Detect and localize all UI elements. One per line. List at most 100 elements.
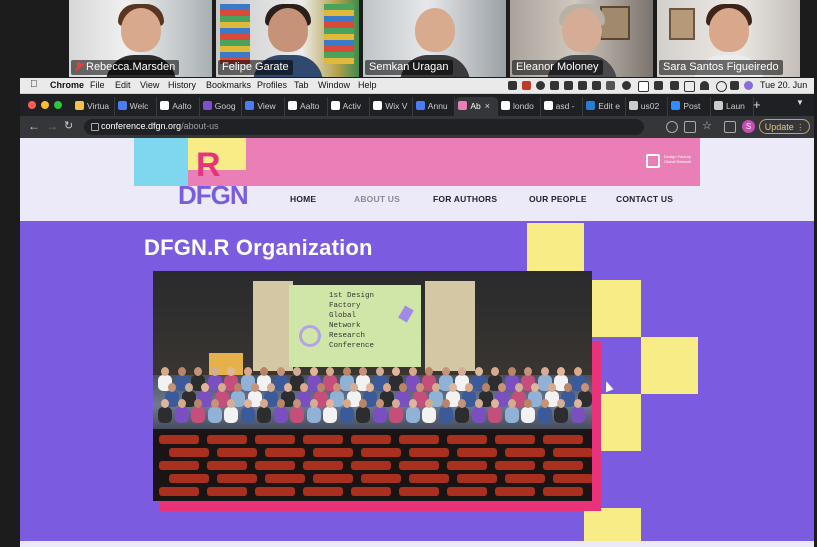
browser-tab[interactable]: Annu bbox=[413, 97, 456, 116]
close-window-icon[interactable] bbox=[28, 101, 36, 109]
apple-icon[interactable]:  bbox=[30, 79, 38, 90]
browser-tab[interactable]: Activ bbox=[328, 97, 371, 116]
tray-app-icon[interactable] bbox=[654, 81, 663, 90]
update-button[interactable]: Update ⋮ bbox=[759, 119, 810, 134]
browser-tab[interactable]: Wix V bbox=[370, 97, 413, 116]
minimize-window-icon[interactable] bbox=[41, 101, 49, 109]
siri-icon[interactable] bbox=[744, 81, 753, 90]
spotlight-search-icon[interactable] bbox=[716, 81, 727, 92]
side-panel-icon[interactable] bbox=[724, 121, 736, 133]
tray-app-icon[interactable] bbox=[592, 81, 601, 90]
video-participant-strip: Rebecca.Marsden Felipe Garate Semkan Ura… bbox=[0, 0, 817, 78]
browser-tab[interactable]: Welc bbox=[115, 97, 158, 116]
menu-help[interactable]: Help bbox=[358, 80, 377, 90]
page-title: DFGN.R Organization bbox=[144, 235, 373, 260]
attendee-body bbox=[257, 407, 271, 423]
wordpress-icon bbox=[586, 101, 596, 110]
attendee-head bbox=[243, 367, 252, 376]
browser-tab[interactable]: View bbox=[242, 97, 285, 116]
screen-line: Network bbox=[329, 322, 361, 330]
attendee-head bbox=[194, 367, 202, 376]
address-bar[interactable]: conference.dfgn.org/about-us bbox=[84, 119, 644, 135]
participant-tile[interactable]: Semkan Uragan bbox=[363, 0, 506, 77]
browser-tab[interactable]: us02 bbox=[626, 97, 669, 116]
control-center-icon[interactable] bbox=[730, 81, 739, 90]
attendee-head bbox=[375, 399, 384, 408]
attendee-body bbox=[356, 407, 370, 423]
attendee-head bbox=[491, 367, 499, 376]
menu-tab[interactable]: Tab bbox=[294, 80, 309, 90]
profile-avatar[interactable]: S bbox=[742, 120, 755, 133]
bookmark-star-icon[interactable]: ☆ bbox=[702, 119, 712, 134]
browser-tab[interactable]: Aalto bbox=[285, 97, 328, 116]
nav-contact-us[interactable]: CONTACT US bbox=[616, 194, 673, 204]
share-icon[interactable] bbox=[684, 121, 696, 133]
tray-app-icon[interactable] bbox=[638, 81, 649, 92]
browser-tab[interactable]: asd - bbox=[541, 97, 584, 116]
menu-file[interactable]: File bbox=[90, 80, 105, 90]
lens-icon[interactable] bbox=[666, 121, 678, 133]
tray-app-icon[interactable] bbox=[670, 81, 679, 90]
seat bbox=[543, 487, 583, 496]
attendee-body bbox=[323, 407, 337, 423]
browser-tab[interactable]: Post bbox=[668, 97, 711, 116]
tab-search-icon[interactable]: ▼ bbox=[796, 98, 804, 107]
tray-app-icon[interactable] bbox=[508, 81, 517, 90]
tray-app-icon[interactable] bbox=[564, 81, 573, 90]
menu-chrome[interactable]: Chrome bbox=[50, 80, 84, 90]
participant-tile[interactable]: Sara Santos Figueiredo bbox=[657, 0, 800, 77]
play-icon[interactable] bbox=[622, 81, 631, 90]
attendee-body bbox=[521, 407, 535, 423]
wifi-icon[interactable] bbox=[700, 81, 709, 90]
attendee-head bbox=[474, 367, 483, 376]
forward-icon[interactable]: → bbox=[46, 119, 58, 134]
tray-app-icon[interactable] bbox=[536, 81, 545, 90]
attendee-head bbox=[276, 399, 285, 408]
close-tab-icon[interactable]: × bbox=[485, 101, 490, 111]
reload-icon[interactable]: ↻ bbox=[64, 119, 73, 134]
browser-tab[interactable]: Aalto bbox=[157, 97, 200, 116]
maximize-window-icon[interactable] bbox=[54, 101, 62, 109]
participant-tile[interactable]: Felipe Garate bbox=[216, 0, 359, 77]
nav-for-authors[interactable]: FOR AUTHORS bbox=[433, 194, 497, 204]
tray-app-icon[interactable] bbox=[578, 81, 587, 90]
tetris-poster-icon bbox=[220, 4, 250, 64]
menu-view[interactable]: View bbox=[140, 80, 159, 90]
decor-yellow-square bbox=[584, 280, 641, 337]
nav-our-people[interactable]: OUR PEOPLE bbox=[529, 194, 587, 204]
browser-tab[interactable]: Laun bbox=[711, 97, 754, 116]
tray-app-icon[interactable] bbox=[522, 81, 531, 90]
battery-icon[interactable] bbox=[684, 81, 695, 92]
participant-tile[interactable]: Rebecca.Marsden bbox=[69, 0, 212, 77]
dfgn-r-logo[interactable]: R DFGN bbox=[134, 138, 274, 214]
attendee-body bbox=[372, 407, 387, 423]
attendee-head bbox=[359, 367, 367, 376]
tetris-poster-icon bbox=[324, 4, 354, 64]
browser-tab[interactable]: Virtua bbox=[72, 97, 115, 116]
nav-home[interactable]: HOME bbox=[290, 194, 316, 204]
menu-edit[interactable]: Edit bbox=[115, 80, 131, 90]
key-icon[interactable] bbox=[606, 81, 615, 90]
projection-screen: 1st Design Factory Global Network Resear… bbox=[289, 285, 421, 367]
menu-window[interactable]: Window bbox=[318, 80, 350, 90]
attendee-body bbox=[405, 407, 420, 423]
menu-bar-clock[interactable]: Tue 20. Jun bbox=[760, 80, 807, 90]
browser-tab[interactable]: Goog bbox=[200, 97, 243, 116]
seat bbox=[217, 448, 257, 457]
menu-bookmarks[interactable]: Bookmarks bbox=[206, 80, 251, 90]
menu-profiles[interactable]: Profiles bbox=[257, 80, 287, 90]
browser-tab[interactable]: Edit e bbox=[583, 97, 626, 116]
back-icon[interactable]: ← bbox=[28, 119, 40, 134]
attendee-head bbox=[580, 383, 589, 392]
seat bbox=[553, 448, 592, 457]
screen-ring-graphic bbox=[299, 325, 321, 347]
nav-about-us[interactable]: ABOUT US bbox=[354, 194, 400, 204]
browser-tab[interactable]: londo bbox=[498, 97, 541, 116]
participant-name: Sara Santos Figueiredo bbox=[659, 60, 783, 75]
browser-tab[interactable]: Ab × bbox=[455, 97, 498, 116]
tray-app-icon[interactable] bbox=[550, 81, 559, 90]
participant-tile[interactable]: Eleanor Moloney bbox=[510, 0, 653, 77]
menu-history[interactable]: History bbox=[168, 80, 196, 90]
new-tab-icon[interactable]: + bbox=[753, 97, 761, 112]
seat bbox=[543, 461, 583, 470]
